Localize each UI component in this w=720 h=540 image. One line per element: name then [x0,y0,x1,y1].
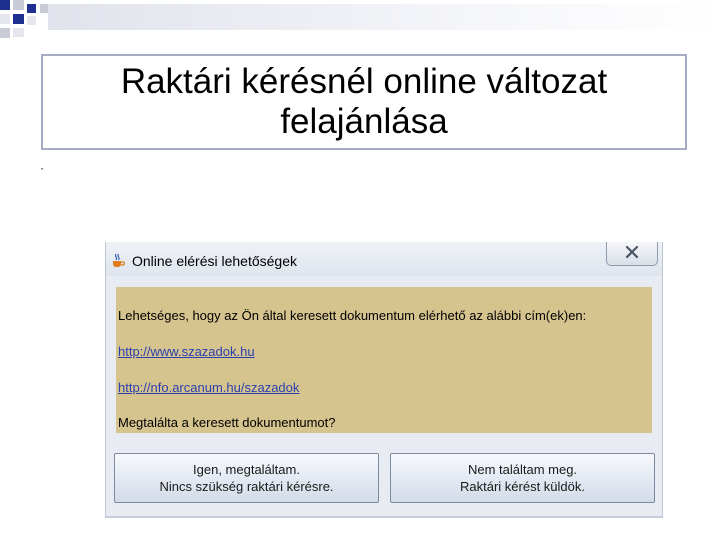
link-szazadok[interactable]: http://www.szazadok.hu [118,344,255,359]
deco-square [13,0,24,10]
slide-title: Raktári kérésnél online változat felaján… [120,62,608,141]
question-text: Megtalálta a keresett dokumentumot? [118,415,336,430]
deco-square [0,0,10,10]
deco-square [27,4,36,13]
deco-square [27,16,36,25]
message-text: Lehetséges, hogy az Ön által keresett do… [118,308,587,323]
top-gradient-band [48,4,720,30]
found-it-label-2: Nincs szükség raktári kérésre. [159,479,334,494]
dialog-bottom-edge [106,516,662,518]
deco-square [13,28,24,37]
slide-decoration [0,0,720,40]
dialog-message-panel: Lehetséges, hogy az Ön által keresett do… [116,287,652,433]
close-x-icon [625,245,639,263]
deco-square [13,14,24,24]
online-access-dialog: Online elérési lehetőségek Lehetséges, h… [105,242,663,518]
dialog-title: Online elérési lehetőségek [132,253,297,269]
not-found-label-1: Nem találtam meg. [467,462,578,477]
found-it-button[interactable]: Igen, megtaláltam. Nincs szükség raktári… [114,453,379,503]
slide-bullet: " [41,168,44,175]
deco-square [0,28,10,38]
slide-title-box: Raktári kérésnél online változat felaján… [41,54,687,150]
dialog-titlebar[interactable]: Online elérési lehetőségek [106,242,662,276]
link-arcanum[interactable]: http://nfo.arcanum.hu/szazadok [118,380,299,395]
java-cup-icon [110,252,126,268]
deco-square [0,14,10,24]
not-found-label-2: Raktári kérést küldök. [460,479,585,494]
not-found-button[interactable]: Nem találtam meg. Raktári kérést küldök. [390,453,655,503]
close-button[interactable] [606,242,658,266]
found-it-label-1: Igen, megtaláltam. [193,462,300,477]
